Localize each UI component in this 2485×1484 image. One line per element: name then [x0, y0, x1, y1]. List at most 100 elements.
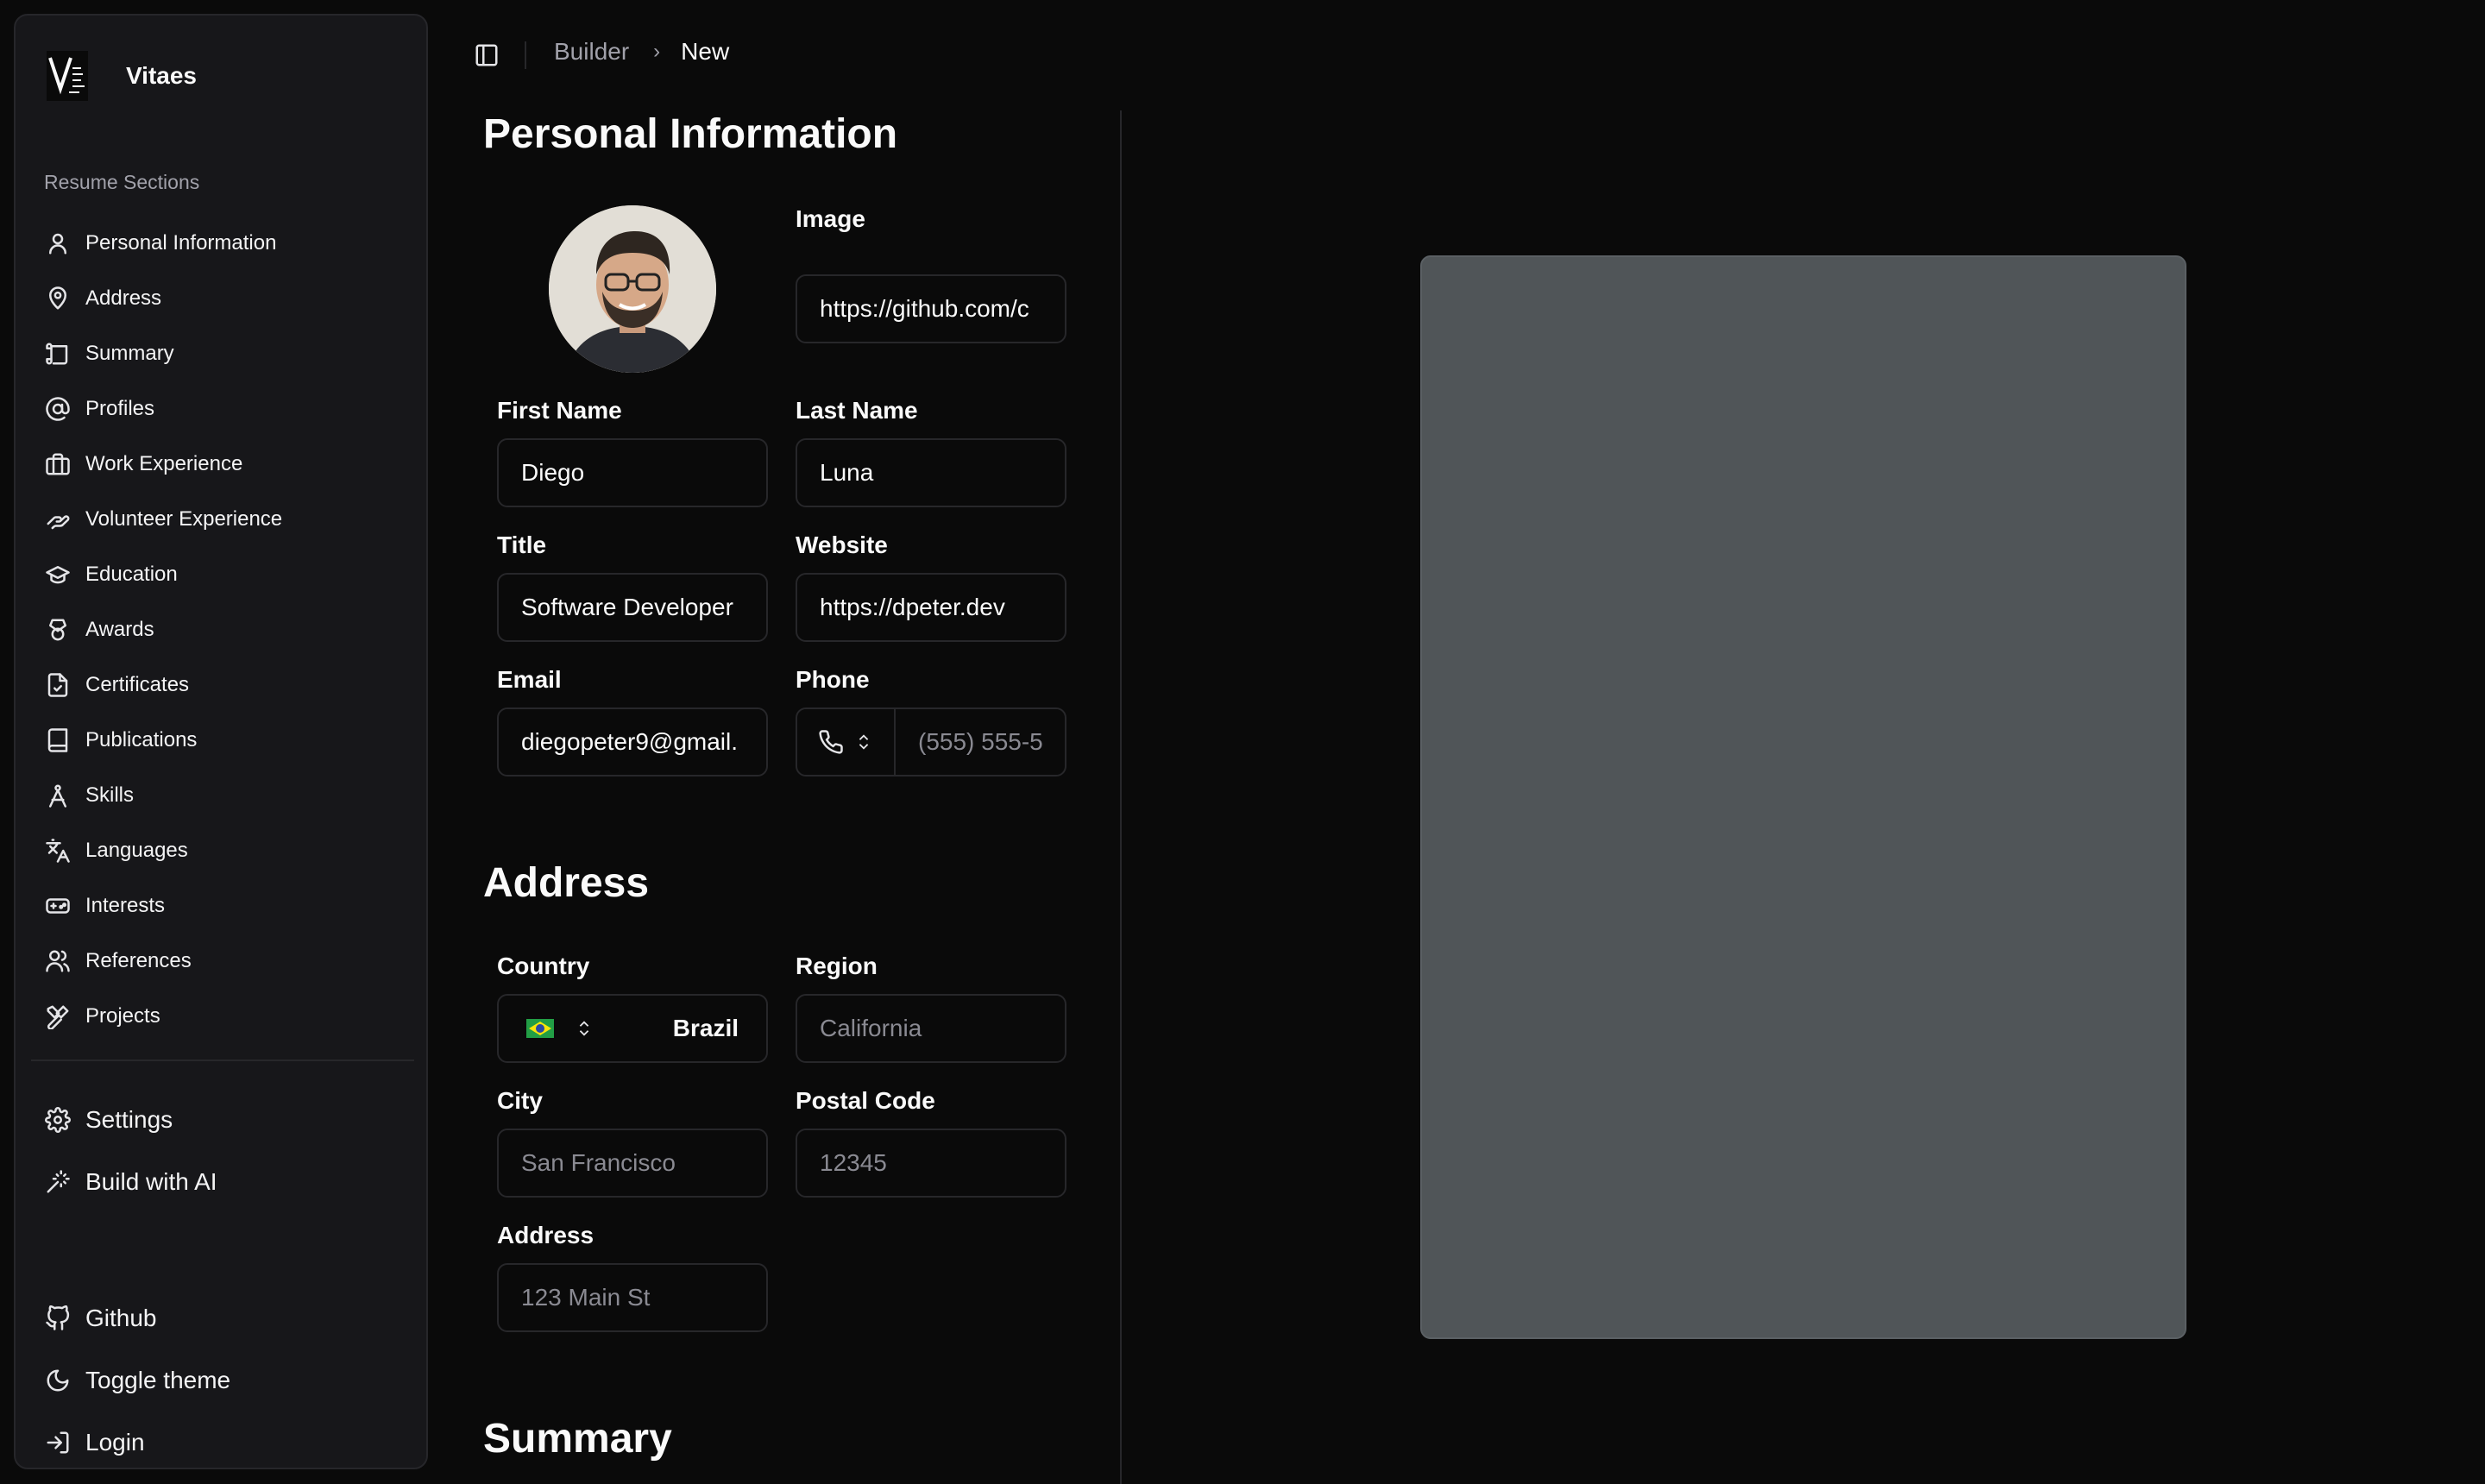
sidebar-item-address[interactable]: Address [44, 271, 415, 326]
breadcrumb: Builder › New [554, 38, 729, 66]
gamepad-icon [44, 892, 72, 920]
login-button[interactable]: Login [44, 1412, 415, 1474]
brazil-flag-icon [526, 1019, 554, 1038]
email-input[interactable]: diegopeter9@gmail. [497, 707, 768, 777]
sidebar-item-label: Summary [85, 342, 174, 365]
image-url-input[interactable]: https://github.com/c [796, 274, 1066, 343]
compass-icon [44, 782, 72, 809]
sidebar: Vitaes Resume Sections Personal Informat… [14, 14, 428, 1469]
first-name-input[interactable]: Diego [497, 438, 768, 507]
sidebar-item-label: Education [85, 563, 178, 586]
briefcase-icon [44, 450, 72, 478]
country-select[interactable]: Brazil [497, 994, 768, 1063]
first-name-label: First Name [497, 397, 622, 424]
country-value: Brazil [672, 1015, 739, 1041]
vitaes-logo-icon [45, 50, 90, 102]
postal-code-input[interactable]: 12345 [796, 1129, 1066, 1198]
tools-icon [44, 1003, 72, 1030]
github-label: Github [85, 1305, 157, 1331]
address-heading: Address [483, 860, 650, 906]
sidebar-item-summary[interactable]: Summary [44, 326, 415, 381]
scroll-icon [44, 340, 72, 368]
award-icon [44, 616, 72, 644]
sidebar-item-label: Interests [85, 894, 166, 917]
login-label: Login [85, 1429, 145, 1456]
sidebar-item-interests[interactable]: Interests [44, 878, 415, 934]
sidebar-item-projects[interactable]: Projects [44, 989, 415, 1044]
breadcrumb-current: New [681, 38, 730, 65]
toggle-theme-label: Toggle theme [85, 1367, 231, 1393]
street-address-label: Address [497, 1222, 595, 1248]
sidebar-item-awards[interactable]: Awards [44, 602, 415, 657]
sidebar-item-label: Personal Information [85, 231, 277, 255]
resume-sections-nav: Personal Information Address Summary Pro… [44, 216, 415, 1044]
at-sign-icon [44, 395, 72, 423]
sidebar-item-label: Publications [85, 728, 198, 751]
chevron-right-icon: › [653, 40, 661, 63]
toggle-theme-button[interactable]: Toggle theme [44, 1349, 415, 1412]
sidebar-item-publications[interactable]: Publications [44, 713, 415, 768]
sidebar-divider [31, 1060, 414, 1061]
file-check-icon [44, 671, 72, 699]
moon-icon [44, 1367, 72, 1394]
sidebar-item-certificates[interactable]: Certificates [44, 657, 415, 713]
sidebar-item-languages[interactable]: Languages [44, 823, 415, 878]
resume-preview [1420, 255, 2186, 1339]
sidebar-item-personal-information[interactable]: Personal Information [44, 216, 415, 271]
phone-input[interactable]: (555) 555-5 [894, 707, 1066, 777]
sidebar-item-work-experience[interactable]: Work Experience [44, 437, 415, 492]
user-icon [44, 230, 72, 257]
city-input[interactable]: San Francisco [497, 1129, 768, 1198]
phone-label: Phone [796, 666, 870, 693]
resume-form: Personal Information Image https://githu… [449, 104, 1122, 1484]
resume-sections-label: Resume Sections [44, 171, 200, 193]
phone-icon [819, 730, 843, 754]
header-divider [525, 41, 526, 69]
settings-label: Settings [85, 1106, 173, 1133]
sidebar-tools: Settings Build with AI [44, 1089, 415, 1213]
sidebar-toggle-button[interactable] [471, 40, 502, 71]
summary-heading: Summary [483, 1416, 672, 1462]
street-address-input[interactable]: 123 Main St [497, 1263, 768, 1332]
gear-icon [44, 1106, 72, 1134]
sidebar-item-education[interactable]: Education [44, 547, 415, 602]
sidebar-item-references[interactable]: References [44, 934, 415, 989]
email-label: Email [497, 666, 562, 693]
sidebar-item-label: Awards [85, 618, 154, 641]
website-input[interactable]: https://dpeter.dev [796, 573, 1066, 642]
title-input[interactable]: Software Developer [497, 573, 768, 642]
sidebar-footer: Github Toggle theme Login [44, 1287, 415, 1474]
region-input[interactable]: California [796, 994, 1066, 1063]
phone-country-select[interactable] [796, 707, 896, 777]
book-icon [44, 726, 72, 754]
title-label: Title [497, 531, 547, 558]
app-name: Vitaes [126, 62, 197, 89]
sidebar-item-skills[interactable]: Skills [44, 768, 415, 823]
sidebar-item-label: References [85, 949, 192, 972]
settings-button[interactable]: Settings [44, 1089, 415, 1151]
postal-code-label: Postal Code [796, 1087, 935, 1114]
sidebar-item-label: Certificates [85, 673, 190, 696]
country-label: Country [497, 953, 590, 979]
chevrons-up-down-icon [859, 734, 869, 750]
last-name-input[interactable]: Luna [796, 438, 1066, 507]
login-icon [44, 1429, 72, 1456]
chevrons-up-down-icon [579, 1021, 589, 1036]
build-with-ai-button[interactable]: Build with AI [44, 1151, 415, 1213]
website-label: Website [796, 531, 888, 558]
sidebar-item-label: Languages [85, 839, 188, 862]
languages-icon [44, 837, 72, 865]
region-label: Region [796, 953, 878, 979]
magic-wand-icon [44, 1168, 72, 1196]
city-label: City [497, 1087, 543, 1114]
sidebar-item-label: Work Experience [85, 452, 243, 475]
hand-heart-icon [44, 506, 72, 533]
brand[interactable]: Vitaes [45, 50, 197, 102]
breadcrumb-builder[interactable]: Builder [554, 38, 629, 66]
users-icon [44, 947, 72, 975]
sidebar-item-label: Skills [85, 783, 135, 807]
github-link[interactable]: Github [44, 1287, 415, 1349]
sidebar-item-profiles[interactable]: Profiles [44, 381, 415, 437]
last-name-label: Last Name [796, 397, 918, 424]
sidebar-item-volunteer-experience[interactable]: Volunteer Experience [44, 492, 415, 547]
